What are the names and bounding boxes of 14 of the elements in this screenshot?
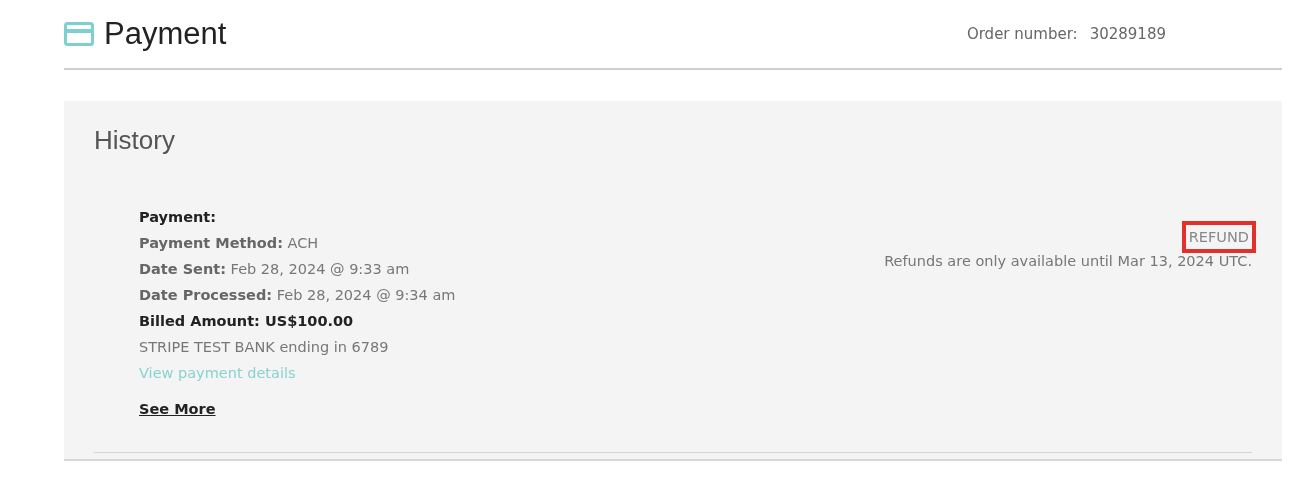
refund-button[interactable]: REFUND [1181, 221, 1256, 253]
payment-detail: Payment Method: ACH [139, 234, 320, 253]
billed-amount: Billed Amount: US$100.00 [139, 312, 355, 331]
payment-detail: STRIPE TEST BANK ending in 6789 [139, 338, 390, 357]
order-number: 30289189 [1089, 25, 1166, 43]
credit-card-icon [64, 22, 94, 46]
payment-detail: Date Sent: Feb 28, 2024 @ 9:33 am [139, 260, 411, 279]
page-title: Payment [104, 16, 227, 52]
order-number-label: Order number: [966, 25, 1078, 43]
payment-detail: Date Processed: Feb 28, 2024 @ 9:34 am [139, 286, 456, 305]
see-more-link[interactable]: See More [139, 396, 216, 422]
refund-note: Refunds are only available until Mar 13, 2024 UTC. [884, 253, 1252, 269]
history-title: History [94, 125, 176, 156]
entry-heading: Payment: [139, 208, 218, 227]
